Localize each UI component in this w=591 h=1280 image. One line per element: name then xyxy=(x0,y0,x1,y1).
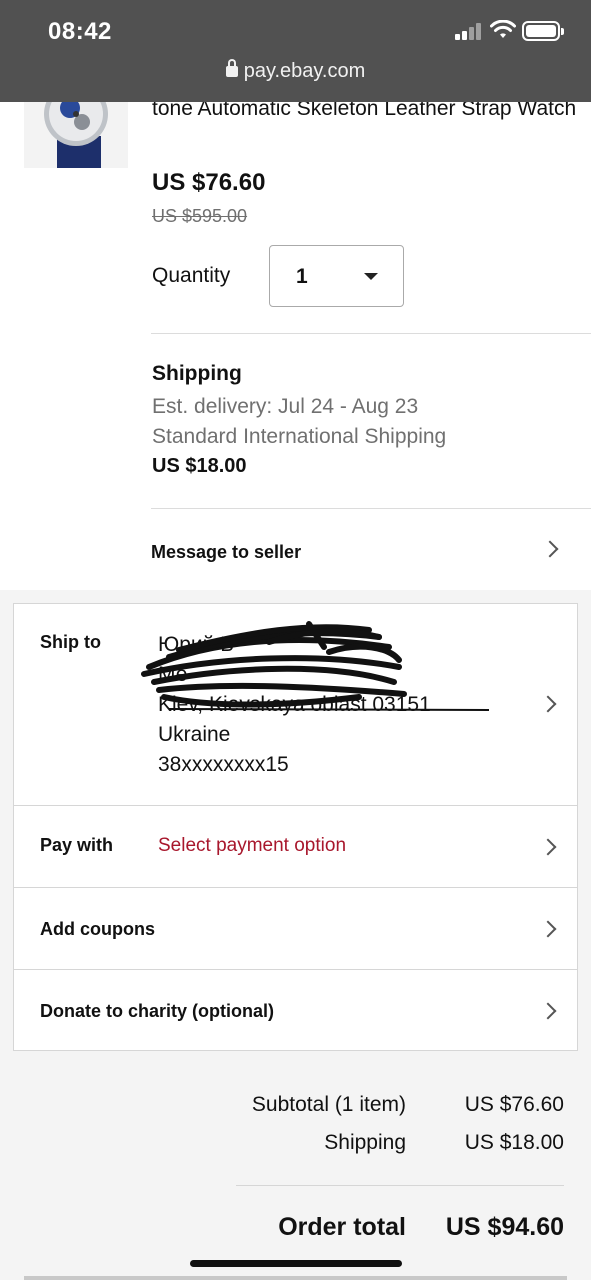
add-coupons-row[interactable]: Add coupons xyxy=(14,888,577,970)
chevron-right-icon xyxy=(539,920,557,938)
home-indicator[interactable] xyxy=(190,1260,402,1267)
lock-icon xyxy=(225,59,238,77)
select-payment-option[interactable]: Select payment option xyxy=(158,835,346,857)
add-coupons-label: Add coupons xyxy=(40,919,155,939)
ship-to-label: Ship to xyxy=(40,632,101,652)
item-price: US $76.60 xyxy=(152,169,266,196)
address-line: 38xxxxxxxx15 xyxy=(158,753,289,776)
divider xyxy=(236,1185,564,1186)
watch-image xyxy=(24,102,128,168)
url-text: pay.ebay.com xyxy=(243,60,366,82)
clock: 08:42 xyxy=(48,18,112,45)
chevron-right-icon xyxy=(539,695,557,713)
quantity-value: 1 xyxy=(296,265,308,288)
redaction-scribble xyxy=(141,621,489,711)
quantity-dropdown[interactable]: 1 xyxy=(269,245,404,307)
chevron-right-icon xyxy=(539,838,557,856)
message-to-seller-label: Message to seller xyxy=(151,542,302,562)
url-bar[interactable]: pay.ebay.com xyxy=(0,59,591,83)
status-bar: 08:42 pay.ebay.com xyxy=(0,0,591,102)
message-to-seller-row[interactable]: Message to seller xyxy=(151,509,591,590)
dropdown-caret-icon xyxy=(364,273,378,280)
order-total-value: US $94.60 xyxy=(445,1213,564,1241)
donate-charity-label: Donate to charity (optional) xyxy=(40,1001,274,1021)
quantity-label: Quantity xyxy=(152,264,231,287)
ship-to-row[interactable]: Ship to Юрий Б Ме Kiev, Kievskaya oblast… xyxy=(14,604,577,806)
shipping-summary-label: Shipping xyxy=(324,1131,406,1154)
donate-charity-row[interactable]: Donate to charity (optional) xyxy=(14,970,577,1052)
subtotal-value: US $76.60 xyxy=(464,1093,564,1116)
order-summary: Subtotal (1 item) US $76.60 Shipping US … xyxy=(0,1051,591,1280)
original-price: US $595.00 xyxy=(152,206,248,226)
order-total-label: Order total xyxy=(278,1213,406,1241)
shipping-method: Standard International Shipping xyxy=(152,425,447,448)
battery-icon xyxy=(522,21,564,41)
pay-with-label: Pay with xyxy=(40,835,114,855)
wifi-icon xyxy=(490,20,516,38)
checkout-card: Ship to Юрий Б Ме Kiev, Kievskaya oblast… xyxy=(13,603,578,1051)
estimated-delivery: Est. delivery: Jul 24 - Aug 23 xyxy=(152,395,419,418)
item-thumbnail[interactable] xyxy=(24,102,128,168)
bottom-bar xyxy=(24,1276,567,1280)
subtotal-label: Subtotal (1 item) xyxy=(251,1093,406,1116)
pay-with-row[interactable]: Pay with Select payment option xyxy=(14,806,577,888)
shipping-summary-value: US $18.00 xyxy=(464,1131,564,1154)
item-section: tone Automatic Skeleton Leather Strap Wa… xyxy=(0,97,591,590)
shipping-heading: Shipping xyxy=(152,362,242,385)
address-line: Ukraine xyxy=(158,723,231,746)
cellular-signal-icon xyxy=(455,22,485,40)
divider xyxy=(151,333,591,334)
shipping-cost: US $18.00 xyxy=(152,455,247,477)
chevron-right-icon xyxy=(539,1002,557,1020)
chevron-right-icon xyxy=(541,540,559,558)
